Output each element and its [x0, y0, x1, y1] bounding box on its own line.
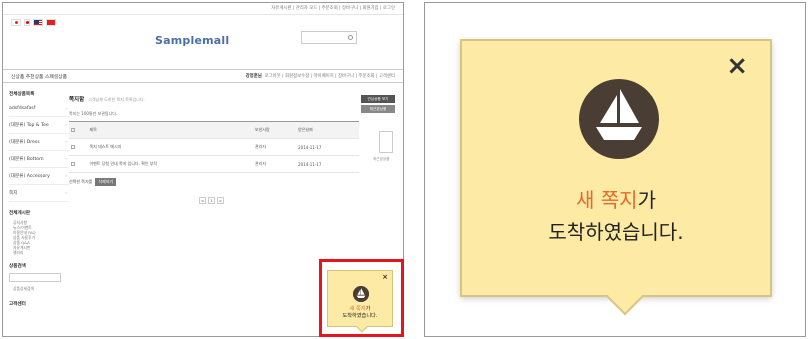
message-boat-icon: [579, 79, 659, 159]
pagination: < 1 >: [199, 197, 224, 204]
nav-user-links: 강정훈님 로그아웃 | 회원정보수정 | 마이페이지 | 장바구니 | 주문조회…: [246, 73, 395, 79]
sidebar-search-input[interactable]: [9, 273, 61, 282]
recent-items-label: 최근본상품: [373, 157, 390, 161]
right-quick-menu: 관심상품 보기 최근본상품 최근본상품: [361, 95, 395, 162]
new-message-text: 새 쪽지가 도착하였습니다.: [462, 184, 770, 248]
message-sender: 관리자: [252, 138, 297, 156]
sidebar-item[interactable]: (대분류) Dress ›: [9, 134, 69, 151]
new-message-popup[interactable]: × 새 쪽지가 도착하였습니다.: [460, 39, 772, 316]
chevron-right-icon: ›: [65, 173, 67, 178]
sidebar-title: 전체상품목록: [9, 92, 35, 97]
table-row[interactable]: 이벤트 당첨 안내 쪽지 입니다. 확인 부탁 관리자 2014-11-17: [69, 155, 359, 173]
message-count: 쪽지는 100통만 보관됩니다.: [69, 111, 118, 116]
table-header: 제목: [87, 121, 253, 139]
close-icon[interactable]: ×: [726, 51, 748, 81]
new-message-suffix: 가: [365, 306, 371, 312]
sidebar-item[interactable]: (대분류) Bottom ›: [9, 151, 69, 168]
sidebar-section-board: 전체게시판: [9, 211, 31, 216]
sidebar-item[interactable]: adsfdsafasf ›: [9, 101, 69, 117]
nav-account-links[interactable]: 로그아웃 | 회원정보수정 | 마이페이지 | 장바구니 | 주문조회 | 고객…: [265, 74, 395, 79]
top-links[interactable]: 자유게시판 | 관리자 모드 | 주문조회 | 장바구니 | 회원가입 | 로그…: [271, 5, 395, 11]
table-header-row: 제목 보낸사람 받은날짜: [69, 121, 359, 139]
nav-categories[interactable]: 신상품 추천상품 스페셜상품: [11, 73, 67, 80]
sidebar-item-label: (대분류) Top & Tee: [9, 123, 49, 128]
sidebar-section-cs: 고객센터: [9, 302, 26, 307]
row-check-cell: [69, 138, 88, 156]
sidebar-item-label: (대분류) Bottom: [9, 157, 44, 162]
sidebar-item-label: 쪽지: [9, 191, 18, 196]
sidebar-item[interactable]: (대분류) Accessory ›: [9, 168, 69, 185]
main-navbar: 신상품 추천상품 스페셜상품 강정훈님 로그아웃 | 회원정보수정 | 마이페이…: [3, 69, 403, 83]
sidebar-item-label: (대분류) Accessory: [9, 174, 50, 179]
chevron-right-icon: ›: [65, 139, 67, 144]
row-checkbox[interactable]: [71, 161, 75, 166]
language-flags: [11, 19, 56, 26]
new-message-line2: 도착하였습니다.: [342, 313, 378, 319]
table-header: 보낸사람: [252, 121, 297, 139]
page-title-text: 쪽지함: [69, 97, 85, 103]
stage: 자유게시판 | 관리자 모드 | 주문조회 | 장바구니 | 회원가입 | 로그…: [0, 0, 808, 339]
prev-page-button[interactable]: <: [199, 197, 206, 204]
table-header: 받은날짜: [296, 121, 359, 139]
chevron-right-icon: ›: [65, 190, 67, 195]
delete-button[interactable]: 삭제하기: [95, 178, 117, 186]
sidebar-item-label: (대분류) Dress: [9, 140, 40, 145]
search-icon[interactable]: [348, 35, 353, 40]
page-number-button[interactable]: 1: [208, 197, 215, 204]
zoomed-popup-panel: × 새 쪽지가 도착하였습니다.: [424, 2, 806, 337]
flag-kr-icon[interactable]: [11, 19, 21, 26]
page-subtitle: 고객님께 도착한 쪽지 목록입니다.: [88, 97, 145, 102]
sidebar-item[interactable]: (대분류) Top & Tee ›: [9, 117, 69, 134]
wishlist-button[interactable]: 관심상품 보기: [361, 95, 395, 103]
message-box-content: 쪽지함 고객님께 도착한 쪽지 목록입니다. 쪽지는 100통만 보관됩니다. 제…: [69, 95, 359, 186]
bulk-actions: 선택한 쪽지를 삭제하기: [69, 178, 359, 186]
message-table: 제목 보낸사람 받은날짜 쪽지 테스트 메시지 관리자 2014-11-17 이…: [69, 121, 359, 173]
new-message-suffix: 가: [637, 188, 656, 212]
new-message-accent: 새 쪽지: [576, 188, 638, 212]
new-message-text-small: 새 쪽지가 도착하였습니다.: [328, 306, 392, 320]
search-input[interactable]: [301, 31, 357, 44]
close-icon[interactable]: ×: [382, 273, 388, 281]
sidebar-detail-search-link[interactable]: 상품상세검색: [13, 286, 69, 291]
message-sender: 관리자: [252, 155, 297, 173]
row-checkbox[interactable]: [71, 144, 75, 149]
sidebar-item[interactable]: 쪽지 ›: [9, 185, 69, 202]
new-message-popup-small[interactable]: × 새 쪽지가 도착하였습니다.: [327, 270, 393, 333]
new-message-accent: 새 쪽지: [349, 306, 366, 312]
sidebar-section-search: 상품검색: [9, 264, 26, 269]
sidebar-item-label: adsfdsafasf: [9, 106, 36, 111]
next-page-button[interactable]: >: [217, 197, 224, 204]
flag-cn-icon[interactable]: [46, 19, 56, 26]
recent-items-button[interactable]: 최근본상품: [361, 105, 395, 113]
message-date: 2014-11-17: [296, 138, 359, 156]
row-check-cell: [69, 155, 88, 173]
site-logo[interactable]: Samplemall: [155, 34, 229, 47]
bulk-label: 선택한 쪽지를: [69, 179, 93, 184]
chevron-right-icon: ›: [65, 156, 67, 161]
new-message-line2: 도착하였습니다.: [548, 220, 684, 244]
table-row[interactable]: 쪽지 테스트 메시지 관리자 2014-11-17: [69, 138, 359, 156]
message-date: 2014-11-17: [296, 155, 359, 173]
select-all-checkbox[interactable]: [71, 127, 75, 132]
message-subject[interactable]: 이벤트 당첨 안내 쪽지 입니다. 확인 부탁: [87, 155, 253, 173]
nav-username: 강정훈님: [245, 74, 262, 79]
sidebar-link[interactable]: 갤러리: [13, 250, 69, 255]
table-header-check: [69, 121, 88, 139]
flag-jp-icon[interactable]: [24, 19, 30, 26]
sidebar: 전체상품목록 adsfdsafasf › (대분류) Top & Tee › (대분…: [9, 91, 69, 311]
top-utility-bar: 자유게시판 | 관리자 모드 | 주문조회 | 장바구니 | 회원가입 | 로그…: [3, 3, 403, 15]
chevron-right-icon: ›: [65, 122, 67, 127]
message-subject[interactable]: 쪽지 테스트 메시지: [87, 138, 253, 156]
popup-tail: [606, 278, 644, 316]
chevron-right-icon: ›: [65, 106, 67, 111]
flag-us-icon[interactable]: [33, 19, 43, 26]
message-boat-icon: [353, 286, 369, 302]
recent-item-thumbnail[interactable]: [379, 131, 393, 153]
page-title: 쪽지함 고객님께 도착한 쪽지 목록입니다.: [69, 95, 359, 103]
